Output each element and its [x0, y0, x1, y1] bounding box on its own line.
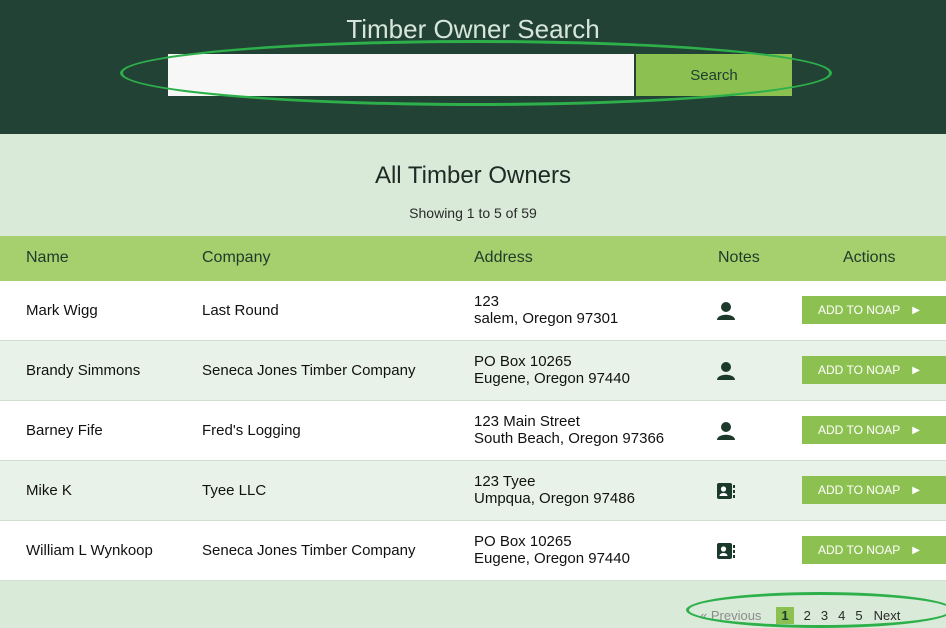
owner-address: 123 Tyee Umpqua, Oregon 97486 [474, 473, 635, 507]
person-icon[interactable] [716, 421, 736, 441]
owner-name: Brandy Simmons [26, 362, 141, 379]
owner-address: PO Box 10265 Eugene, Oregon 97440 [474, 353, 630, 387]
owner-company: Tyee LLC [202, 482, 267, 499]
owner-name: Mark Wigg [26, 302, 98, 319]
results-count: Showing 1 to 5 of 59 [409, 205, 537, 221]
add-to-noap-label: ADD TO NOAP [818, 483, 901, 497]
play-arrow-icon: ▶ [912, 484, 920, 496]
owner-address: 123 salem, Oregon 97301 [474, 293, 618, 327]
person-icon[interactable] [716, 361, 736, 381]
table-row: Mike K Tyee LLC 123 Tyee Umpqua, Oregon 974… [0, 461, 946, 521]
contact-card-icon[interactable] [716, 541, 736, 561]
owner-address: PO Box 10265 Eugene, Oregon 97440 [474, 533, 630, 567]
table-row: Mark Wigg Last Round 123 salem, Oregon 9730… [0, 281, 946, 341]
table-row: Barney Fife Fred's Logging 123 Main Street… [0, 401, 946, 461]
pagination-next[interactable]: Next [874, 608, 901, 623]
add-to-noap-button[interactable]: ADD TO NOAP ▶ [802, 416, 946, 444]
address-line-1: PO Box 10265 [474, 353, 572, 370]
owner-name: William L Wynkoop [26, 542, 153, 559]
table-body: Mark Wigg Last Round 123 salem, Oregon 9730… [0, 281, 946, 581]
add-to-noap-button[interactable]: ADD TO NOAP ▶ [802, 296, 946, 324]
pagination-page-1[interactable]: 1 [776, 606, 794, 624]
owner-name: Mike K [26, 482, 72, 499]
add-to-noap-label: ADD TO NOAP [818, 303, 901, 317]
add-to-noap-button[interactable]: ADD TO NOAP ▶ [802, 476, 946, 504]
header-bar: Timber Owner Search Search [0, 0, 946, 134]
owner-company: Seneca Jones Timber Company [202, 542, 416, 559]
person-icon[interactable] [716, 301, 736, 321]
owner-name: Barney Fife [26, 422, 103, 439]
owners-table: Name Company Address Notes Actions Mark … [0, 236, 946, 581]
address-line-1: PO Box 10265 [474, 533, 572, 550]
add-to-noap-button[interactable]: ADD TO NOAP ▶ [802, 536, 946, 564]
pagination-page-2[interactable]: 2 [804, 608, 811, 623]
section-title: All Timber Owners [374, 162, 572, 189]
column-header-company[interactable]: Company [202, 249, 270, 267]
pagination-previous[interactable]: « Previous [700, 608, 761, 623]
address-line-1: 123 Tyee [474, 473, 536, 490]
search-button[interactable]: Search [636, 54, 792, 96]
address-line-2: Umpqua, Oregon 97486 [474, 490, 635, 507]
add-to-noap-label: ADD TO NOAP [818, 543, 901, 557]
address-line-2: Eugene, Oregon 97440 [474, 370, 630, 387]
search-input[interactable] [168, 54, 634, 96]
column-header-notes: Notes [718, 249, 760, 266]
table-row: William L Wynkoop Seneca Jones Timber Com… [0, 521, 946, 581]
play-arrow-icon: ▶ [912, 304, 920, 316]
table-row: Brandy Simmons Seneca Jones Timber Compan… [0, 341, 946, 401]
play-arrow-icon: ▶ [912, 544, 920, 556]
pagination-page-5[interactable]: 5 [855, 608, 862, 623]
pagination-page-3[interactable]: 3 [821, 608, 828, 623]
address-line-2: South Beach, Oregon 97366 [474, 430, 665, 447]
play-arrow-icon: ▶ [912, 424, 920, 436]
table-header: Name Company Address Notes Actions [0, 236, 946, 281]
address-line-1: 123 [474, 293, 500, 310]
column-header-address[interactable]: Address [474, 249, 533, 267]
contact-card-icon[interactable] [716, 481, 736, 501]
add-to-noap-button[interactable]: ADD TO NOAP ▶ [802, 356, 946, 384]
add-to-noap-label: ADD TO NOAP [818, 423, 901, 437]
add-to-noap-label: ADD TO NOAP [818, 363, 901, 377]
owner-company: Seneca Jones Timber Company [202, 362, 416, 379]
play-arrow-icon: ▶ [912, 364, 920, 376]
pagination-page-4[interactable]: 4 [838, 608, 845, 623]
column-header-actions: Actions [843, 249, 896, 266]
page-title: Timber Owner Search [346, 14, 600, 44]
address-line-2: Eugene, Oregon 97440 [474, 550, 630, 567]
owner-company: Fred's Logging [202, 422, 301, 439]
pagination: « Previous 1 2 3 4 5 Next [700, 606, 900, 624]
owner-address: 123 Main Street South Beach, Oregon 97366 [474, 413, 664, 447]
column-header-name[interactable]: Name [26, 249, 69, 267]
address-line-2: salem, Oregon 97301 [474, 310, 619, 327]
address-line-1: 123 Main Street [474, 413, 580, 430]
owner-company: Last Round [202, 302, 279, 319]
